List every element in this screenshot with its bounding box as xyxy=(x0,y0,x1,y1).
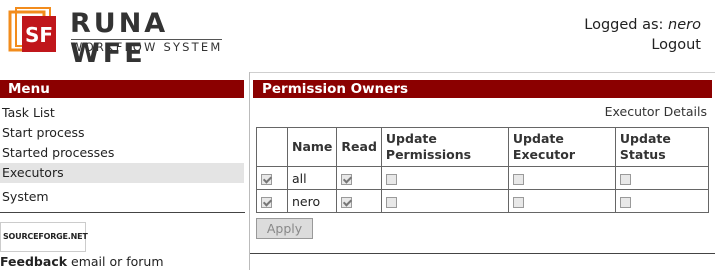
content-top-divider xyxy=(250,72,715,73)
sourceforge-badge[interactable]: SOURCEFORGE.NET xyxy=(0,222,88,252)
row-select-cell xyxy=(256,166,288,190)
feedback-label: Feedback xyxy=(0,254,68,269)
logout-link[interactable]: Logout xyxy=(584,35,701,55)
update-executor-cell xyxy=(507,189,616,213)
col-update-permissions-header: Update Permissions xyxy=(380,127,509,167)
update-executor-checkbox[interactable] xyxy=(512,196,524,208)
read-cell xyxy=(336,189,382,213)
permissions-table: Name Read Update Permissions Update Execut… xyxy=(256,127,709,213)
col-name-header: Name xyxy=(286,127,338,167)
row-name-cell: all xyxy=(286,166,338,190)
menu-list: Task List Start process Started processe… xyxy=(0,103,244,207)
col-update-permissions-label: Update Permissions xyxy=(385,131,472,162)
menu-item-start-process[interactable]: Start process xyxy=(0,123,244,143)
menu-item-started-processes[interactable]: Started processes xyxy=(0,143,244,163)
panel-header: Permission Owners xyxy=(253,80,712,98)
col-update-executor-label: Update Executor xyxy=(512,131,576,162)
col-update-status-header: Update Status xyxy=(614,127,709,167)
menu-item-executors[interactable]: Executors xyxy=(0,163,244,183)
row-select-checkbox[interactable] xyxy=(261,173,272,185)
menu-header: Menu xyxy=(0,80,244,98)
logo-subtitle: WORKFLOW SYSTEM xyxy=(71,39,223,54)
menu-divider xyxy=(0,212,245,213)
logged-as-line: Logged as: nero xyxy=(584,15,701,35)
apply-button[interactable]: Apply xyxy=(256,218,313,239)
logo-mark-icon: SF xyxy=(8,6,60,56)
logged-as-label: Logged as: xyxy=(584,17,664,33)
user-box: Logged as: nero Logout xyxy=(584,15,701,55)
read-cell xyxy=(336,166,382,190)
row-name-cell: nero xyxy=(286,189,338,213)
update-permissions-checkbox[interactable] xyxy=(385,196,397,208)
col-update-executor-header: Update Executor xyxy=(507,127,616,167)
update-status-cell xyxy=(614,189,709,213)
feedback-line: Feedback email or forum xyxy=(0,254,164,269)
update-permissions-cell xyxy=(380,166,509,190)
update-executor-checkbox[interactable] xyxy=(512,173,524,185)
update-executor-cell xyxy=(507,166,616,190)
col-select-header xyxy=(256,127,288,167)
menu-item-system[interactable]: System xyxy=(0,187,244,207)
update-permissions-cell xyxy=(380,189,509,213)
table-row: all xyxy=(256,166,709,190)
executor-details-link[interactable]: Executor Details xyxy=(605,104,707,119)
user-name: nero xyxy=(668,17,701,33)
menu-item-task-list[interactable]: Task List xyxy=(0,103,244,123)
update-status-checkbox[interactable] xyxy=(619,173,631,185)
logo-mark-text: SF xyxy=(25,23,53,47)
read-checkbox[interactable] xyxy=(341,196,353,208)
table-header-row: Name Read Update Permissions Update Execut… xyxy=(256,127,709,167)
update-status-checkbox[interactable] xyxy=(619,196,631,208)
row-select-checkbox[interactable] xyxy=(261,196,272,208)
table-row: nero xyxy=(256,189,709,213)
update-status-cell xyxy=(614,166,709,190)
update-permissions-checkbox[interactable] xyxy=(385,173,397,185)
feedback-links[interactable]: email or forum xyxy=(67,254,164,269)
row-select-cell xyxy=(256,189,288,213)
read-checkbox[interactable] xyxy=(341,173,353,185)
content-bottom-divider xyxy=(250,253,715,254)
runa-wfe-logo: SF RUNA WFE WORKFLOW SYSTEM xyxy=(8,6,248,69)
column-divider xyxy=(249,72,250,270)
col-update-status-label: Update Status xyxy=(619,131,671,162)
col-read-header: Read xyxy=(336,127,382,167)
